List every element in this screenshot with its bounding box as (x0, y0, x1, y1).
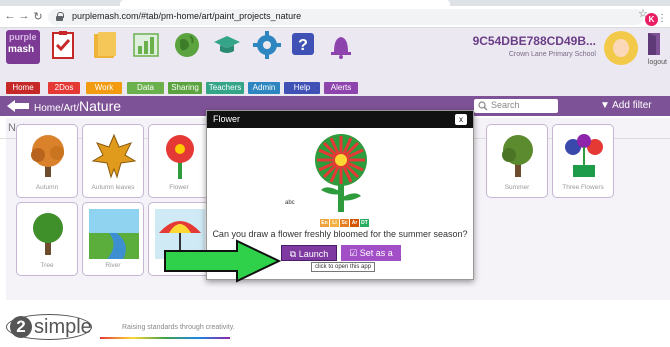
tile-river[interactable]: River (82, 202, 144, 276)
add-filter-button[interactable]: ▼ Add filter (600, 100, 652, 111)
user-name[interactable]: 9C54DBE788CD49B... (473, 34, 596, 48)
globe-icon[interactable] (172, 30, 202, 60)
tab-sharing[interactable]: Sharing (168, 82, 202, 94)
back-icon[interactable]: ← (4, 10, 16, 22)
dialog-title: Flower (213, 114, 241, 124)
gear-icon[interactable] (252, 30, 282, 60)
tile-label: Tree (40, 262, 54, 269)
tile-label: Three Flowers (562, 184, 604, 191)
dialog-header: Flower x (207, 111, 473, 128)
maple-leaf-icon (91, 133, 137, 179)
green-arrow-icon (164, 239, 281, 283)
2simple-logo[interactable]: 2 simple (6, 314, 92, 340)
school-name: Crown Lane Primary School (508, 51, 596, 58)
address-bar[interactable]: purplemash.com/#tab/pm-home/art/paint_pr… (48, 9, 644, 25)
badge-en: En (320, 219, 329, 227)
search-icon (478, 101, 488, 111)
tile-flower[interactable]: Flower (148, 124, 210, 198)
launch-app-button[interactable]: ⧉ Launch App (281, 245, 337, 275)
avatar[interactable] (604, 31, 638, 65)
logout-link[interactable]: logout (648, 59, 667, 66)
forward-icon[interactable]: → (18, 10, 30, 22)
help-icon[interactable]: ? (288, 30, 318, 60)
close-button[interactable]: x (455, 114, 467, 125)
launch-icon: ⧉ (289, 249, 299, 259)
set-2do-button[interactable]: ☑ Set as a 2Do (341, 245, 401, 274)
tile-label: Summer (504, 184, 530, 191)
tab-teachers[interactable]: Teachers (206, 82, 244, 94)
subject-badges: En Li Sc Ar DT (320, 215, 370, 227)
folder-icon[interactable] (90, 30, 120, 60)
preview-caption: abc (285, 200, 295, 206)
breadcrumb-current: Nature (79, 98, 122, 114)
badge-ar: Ar (350, 219, 359, 227)
tab-home[interactable]: Home (6, 82, 40, 94)
reload-icon[interactable]: ↻ (32, 10, 44, 23)
badge-sc: Sc (340, 219, 349, 227)
tab-admin[interactable]: Admin (248, 82, 280, 94)
tooltip: click to open this app (311, 262, 376, 272)
checkbox-icon: ☑ (349, 248, 360, 258)
autumn-tree-icon (31, 135, 64, 177)
tree-icon (33, 213, 63, 255)
search-input[interactable]: Search (474, 99, 558, 113)
tile-tree[interactable]: Tree (16, 202, 78, 276)
tile-three-flowers[interactable]: Three Flowers (552, 124, 614, 198)
logout-door-icon[interactable] (646, 32, 662, 56)
app-header: purple mash ? Home 2Dos Work Data Sharin… (0, 28, 670, 96)
tab-help[interactable]: Help (284, 82, 320, 94)
chart-icon[interactable] (131, 30, 161, 60)
tagline: Raising standards through creativity. (122, 324, 235, 331)
badge-dt: DT (360, 219, 369, 227)
bell-icon[interactable] (326, 30, 356, 60)
three-flowers-icon (565, 134, 603, 177)
summer-tree-icon (502, 135, 533, 177)
url-text[interactable]: purplemash.com/#tab/pm-home/art/paint_pr… (72, 11, 301, 21)
flower-icon (166, 135, 194, 179)
search-placeholder: Search (491, 100, 520, 110)
tile-autumn[interactable]: Autumn (16, 124, 78, 198)
tile-summer[interactable]: Summer (486, 124, 548, 198)
tile-label: River (105, 262, 121, 269)
logo-text-top: purple (9, 32, 37, 42)
breadcrumb-path[interactable]: Home/Art/ (34, 103, 79, 114)
browser-menu-icon[interactable]: ⋮ (657, 13, 667, 24)
filter-icon: ▼ (600, 100, 613, 111)
tile-label: Autumn leaves (91, 184, 135, 191)
tab-data[interactable]: Data (127, 82, 164, 94)
activity-prompt: Can you draw a flower freshly bloomed fo… (212, 229, 468, 239)
brand-word: simple (34, 316, 92, 338)
svg-text:?: ? (298, 37, 308, 54)
river-landscape-icon (89, 209, 139, 259)
flower-preview-image (281, 132, 399, 212)
tile-label: Autumn (35, 184, 59, 191)
browser-toolbar: ← → ↻ purplemash.com/#tab/pm-home/art/pa… (0, 6, 670, 28)
logo-text-bottom: mash (8, 44, 35, 55)
tile-label: Flower (169, 184, 189, 191)
checklist-icon[interactable] (48, 30, 78, 60)
badge-li: Li (330, 219, 339, 227)
brand-number: 2 (10, 316, 32, 338)
add-filter-label: Add filter (612, 100, 652, 111)
purple-mash-logo[interactable]: purple mash (6, 30, 40, 64)
tab-work[interactable]: Work (86, 82, 122, 94)
footer: 2 simple Raising standards through creat… (0, 310, 670, 347)
graduation-cap-icon[interactable] (212, 30, 242, 60)
rainbow-bar (100, 337, 230, 339)
tab-2dos[interactable]: 2Dos (48, 82, 80, 94)
breadcrumb: Home/Art/Nature (34, 98, 121, 114)
lock-icon (56, 12, 64, 21)
tile-autumn-leaves[interactable]: Autumn leaves (82, 124, 144, 198)
tab-alerts[interactable]: Alerts (324, 82, 358, 94)
back-arrow-icon[interactable] (6, 99, 30, 113)
